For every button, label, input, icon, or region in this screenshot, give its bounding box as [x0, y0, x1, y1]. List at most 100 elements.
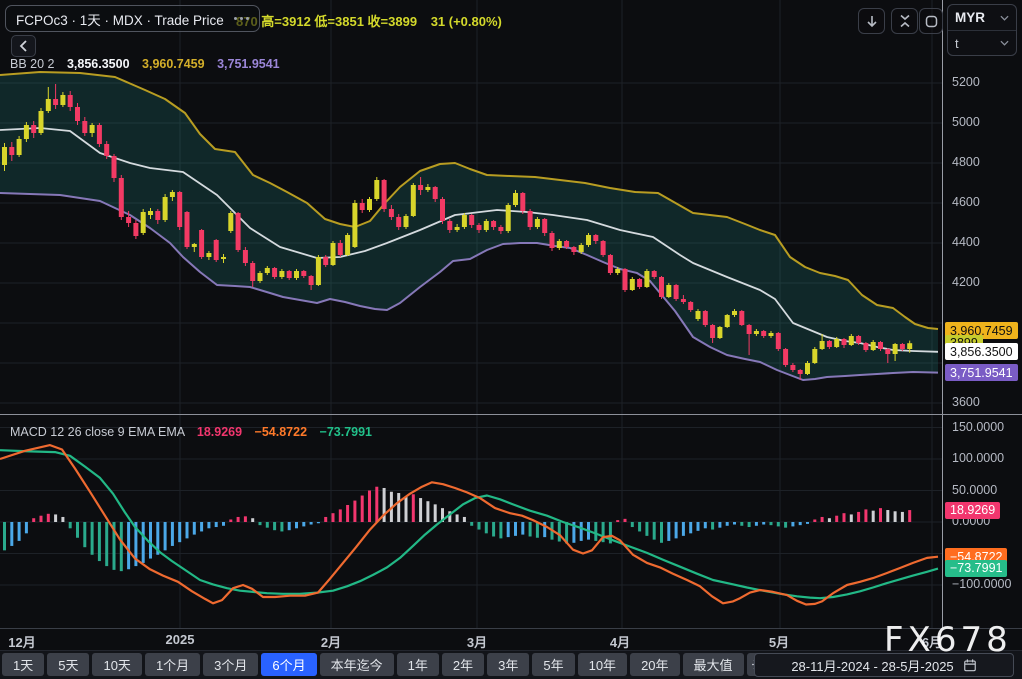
bb-legend[interactable]: BB 20 2 3,856.3500 3,960.7459 3,751.9541	[10, 57, 280, 71]
macd-histogram-bar	[265, 522, 269, 528]
macd-histogram-bar	[645, 522, 649, 536]
range-button-本年迄今[interactable]: 本年迄今	[319, 653, 394, 676]
macd-histogram-bar	[346, 504, 350, 522]
macd-histogram-bar	[419, 498, 423, 522]
candle-body	[337, 243, 343, 255]
range-button-6个月[interactable]: 6个月	[261, 653, 317, 676]
macd-histogram-bar	[616, 520, 620, 522]
ohlc-readout: 870 高=3912 低=3851 收=3899 31 (+0.80%)	[236, 11, 502, 30]
scroll-to-recent-button[interactable]	[858, 8, 885, 34]
back-button[interactable]	[11, 35, 36, 57]
macd-histogram-bar	[762, 522, 766, 525]
range-button-20年[interactable]: 20年	[630, 653, 680, 676]
candle-body	[476, 225, 482, 230]
macd-histogram-bar	[76, 522, 79, 538]
candle-body	[155, 211, 161, 220]
candle-body	[593, 235, 599, 241]
macd-histogram-bar	[638, 522, 642, 532]
price-tick-label: 4200	[952, 275, 980, 289]
macd-histogram-bar	[703, 522, 707, 529]
range-button-1年[interactable]: 1年	[396, 653, 439, 676]
date-range-picker[interactable]: 28-11月-2024 - 28-5月-2025	[754, 653, 1014, 677]
candle-body	[206, 253, 212, 257]
range-button-3年[interactable]: 3年	[487, 653, 530, 676]
range-button-2年[interactable]: 2年	[441, 653, 485, 676]
macd-histogram-bar	[32, 518, 36, 522]
candle-body	[301, 271, 307, 276]
candle-body	[330, 243, 336, 265]
arrow-down-icon	[866, 16, 877, 28]
candle-body	[556, 241, 562, 248]
candle-body	[483, 221, 489, 230]
candle-body	[651, 271, 657, 277]
time-axis-label[interactable]: 2月	[321, 632, 341, 651]
currency-dropdown[interactable]: MYR	[948, 5, 1016, 30]
macd-tick-label: −100.0000	[952, 577, 1012, 591]
macd-histogram-bar	[623, 518, 627, 522]
symbol-box[interactable]: FCPOc3 · 1天 · MDX · Trade Price	[5, 5, 260, 32]
macd-histogram-bar	[579, 522, 583, 541]
candle-body	[396, 217, 402, 227]
macd-histogram-bar	[900, 511, 904, 522]
candle-body	[418, 185, 424, 190]
candle-body	[812, 349, 818, 363]
unit-label: t	[955, 35, 959, 51]
price-badge: 3,751.9541	[945, 364, 1018, 382]
range-button-5天[interactable]: 5天	[47, 653, 90, 676]
candle-body	[469, 215, 475, 225]
macd-histogram-bar	[229, 519, 233, 522]
macd-legend[interactable]: MACD 12 26 close 9 EMA EMA 18.9269 −54.8…	[10, 425, 372, 439]
candle-body	[257, 273, 263, 281]
pane-divider[interactable]	[0, 414, 1022, 415]
candle-body	[629, 279, 635, 290]
macd-histogram-bar	[667, 522, 671, 541]
range-button-1天[interactable]: 1天	[2, 653, 45, 676]
unit-dropdown[interactable]: t	[948, 30, 1016, 55]
time-axis-label[interactable]: 5月	[769, 632, 789, 651]
macd-histogram-bar	[243, 516, 247, 522]
range-button-10年[interactable]: 10年	[577, 653, 628, 676]
candle-body	[746, 325, 752, 334]
macd-histogram-bar	[353, 500, 357, 522]
time-axis-label[interactable]: 4月	[610, 632, 630, 651]
candle-body	[644, 271, 650, 287]
time-axis-label[interactable]: 3月	[467, 632, 487, 651]
time-axis-label[interactable]: 12月	[8, 632, 35, 651]
maximize-pane-button[interactable]	[919, 8, 943, 34]
range-button-5年[interactable]: 5年	[532, 653, 575, 676]
more-options-icon[interactable]	[232, 15, 251, 22]
range-button-1个月[interactable]: 1个月	[144, 653, 201, 676]
calendar-icon	[963, 659, 976, 672]
date-range-text: 28-11月-2024 - 28-5月-2025	[791, 658, 954, 674]
time-axis-label[interactable]: 2025	[166, 632, 195, 647]
candle-body	[534, 219, 540, 227]
candle-body	[797, 370, 803, 374]
time-axis[interactable]: 12月 2025 2月 3月 4月 5月 6月	[0, 629, 1022, 650]
range-button-10天[interactable]: 10天	[92, 653, 142, 676]
macd-histogram-bar	[798, 522, 802, 526]
range-button-3个月[interactable]: 3个月	[203, 653, 259, 676]
candle-body	[775, 333, 781, 349]
change-value: 31 (+0.80%)	[430, 14, 502, 29]
ohlc-values: 870 高=3912 低=3851 收=3899	[236, 14, 418, 29]
candle-body	[126, 217, 132, 223]
candle-body	[148, 211, 153, 215]
macd-histogram-bar	[368, 490, 371, 522]
candle-body	[578, 245, 584, 252]
macd-histogram-bar	[178, 522, 182, 543]
macd-histogram-bar	[689, 522, 693, 534]
macd-histogram-bar	[455, 514, 459, 522]
collapse-pane-button[interactable]	[891, 8, 918, 34]
candle-body	[250, 263, 256, 281]
macd-histogram-bar	[492, 522, 496, 537]
candle-body	[177, 192, 183, 227]
price-axis[interactable]: 5200 5000 4800 4600 4400 4200 3600 150.0000 100.…	[943, 0, 1022, 628]
chevron-left-icon	[19, 40, 27, 52]
bb-legend-label: BB 20 2	[10, 57, 55, 71]
macd-histogram-bar	[681, 522, 685, 536]
symbol-title[interactable]: FCPOc3 · 1天 · MDX · Trade Price	[16, 9, 224, 29]
range-button-最大值[interactable]: 最大值	[682, 653, 744, 676]
time-axis-label[interactable]: 6月	[922, 632, 942, 651]
candle-body	[805, 363, 810, 374]
macd-pane-chart[interactable]	[0, 415, 942, 628]
